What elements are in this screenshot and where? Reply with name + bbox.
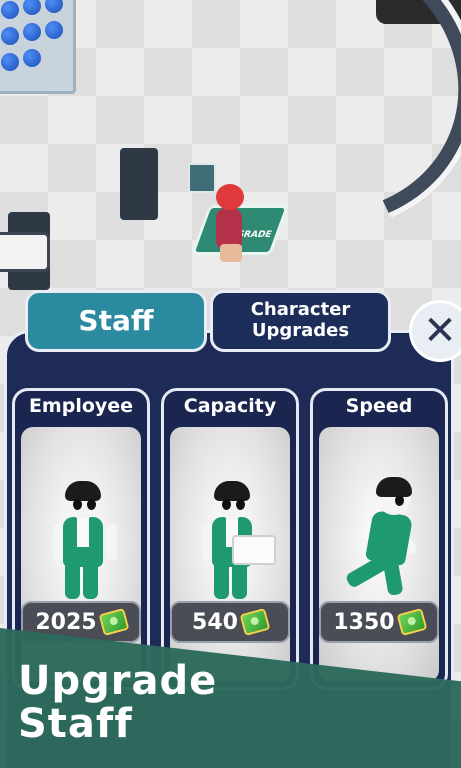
headline-line-1: Upgrade [18,658,218,704]
price-value: 540 [192,609,238,635]
sign [188,163,216,193]
capacity-figure [170,427,290,682]
price-button[interactable]: 540 [170,601,290,643]
speed-figure [319,427,439,682]
card-title: Speed [345,395,413,417]
cash-icon [239,608,271,636]
ball-shelf [0,0,76,94]
railing [0,232,50,272]
upgrade-card-capacity[interactable]: Capacity 540 [161,388,299,690]
tab-staff-label: Staff [78,303,154,337]
tab-character-upgrades[interactable]: Character Upgrades [210,290,391,352]
pillar [120,148,158,220]
headline-line-2: Staff [18,701,133,748]
price-button[interactable]: 1350 [319,601,439,643]
close-icon: ✕ [423,308,457,354]
cash-icon [98,608,130,636]
price-value: 2025 [35,609,97,635]
player [216,208,242,248]
cash-icon [396,608,428,636]
promo-headline: Upgrade Staff [18,658,218,748]
card-title: Capacity [183,395,277,417]
card-title: Employee [28,395,134,417]
tab-character-upgrades-label: Character Upgrades [250,299,351,341]
box-icon [232,535,276,565]
price-value: 1350 [333,609,395,635]
upgrade-card-speed[interactable]: Speed 1350 [310,388,448,690]
tab-staff[interactable]: Staff [25,290,207,352]
player-head [216,184,244,210]
